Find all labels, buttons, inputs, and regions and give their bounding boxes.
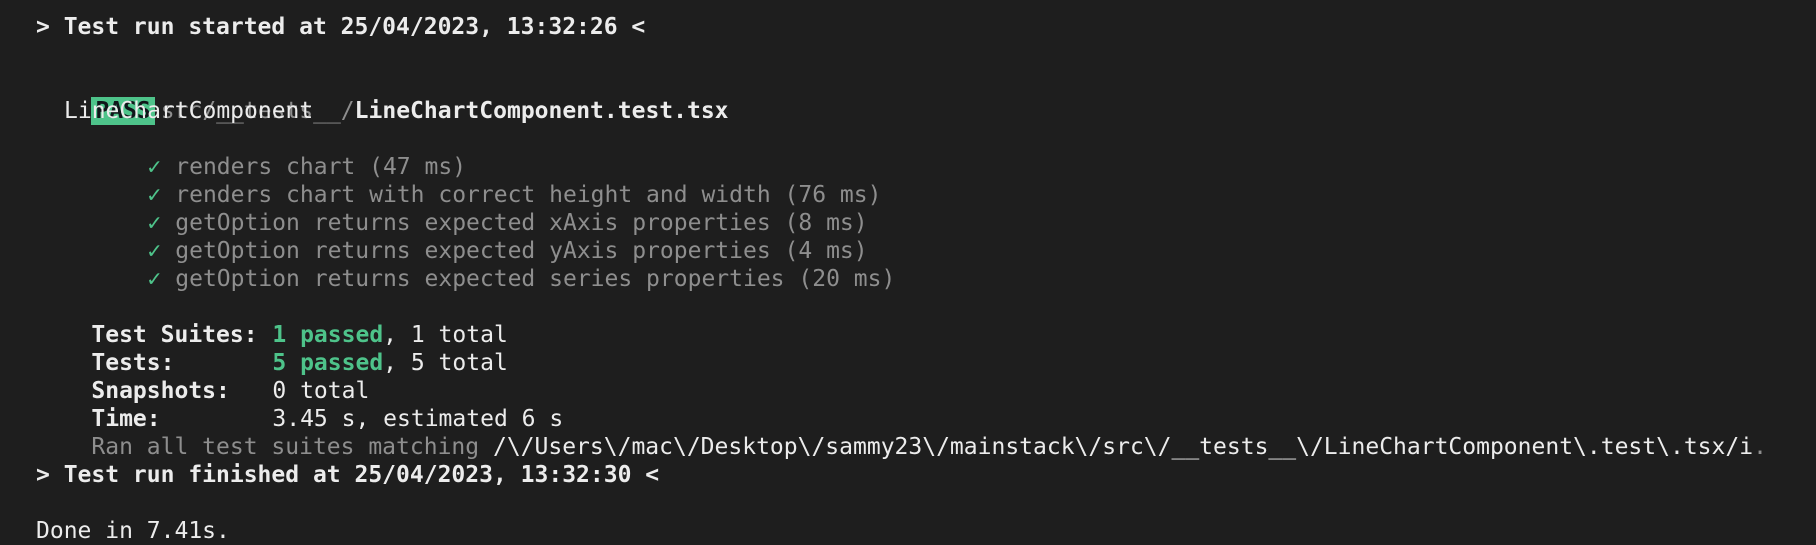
run-started-line: > Test run started at 25/04/2023, 13:32:… (36, 14, 646, 40)
check-icon: ✓ (147, 266, 162, 292)
summary-tests-total: , 5 total (383, 350, 508, 376)
done-line: Done in 7.41s. (36, 518, 230, 544)
summary-time-line: Time: 3.45 s, estimated 6 s (36, 377, 563, 432)
summary-tests-line: Tests: 5 passed, 5 total (36, 321, 507, 376)
summary-suites-line: Test Suites: 1 passed, 1 total (36, 293, 507, 348)
test-case-row: ✓ getOption returns expected yAxis proper… (36, 209, 867, 264)
ran-all-suites-line: Ran all test suites matching /\/Users\/m… (36, 405, 1767, 460)
test-case-row: ✓ renders chart with correct height and w… (36, 153, 881, 208)
test-file-name: LineChartComponent.test.tsx (354, 98, 729, 124)
test-case-row: ✓ getOption returns expected series prope… (36, 237, 895, 292)
summary-snapshots-line: Snapshots: 0 total (36, 349, 369, 404)
terminal-output: > Test run started at 25/04/2023, 13:32:… (36, 0, 1816, 544)
run-finished-line: > Test run finished at 25/04/2023, 13:32… (36, 462, 660, 488)
test-case-row: ✓ renders chart (47 ms) (36, 125, 466, 180)
test-case-row: ✓ getOption returns expected xAxis proper… (36, 181, 867, 236)
ran-all-suites-suffix: . (1753, 434, 1767, 460)
ran-all-suites-prefix: Ran all test suites matching (91, 434, 493, 460)
suite-result-line: PASS src/__tests__/LineChartComponent.tes… (36, 69, 729, 125)
test-case-label: getOption returns expected series proper… (175, 266, 896, 292)
test-path-pattern: /\/Users\/mac\/Desktop\/sammy23\/mainsta… (492, 434, 1754, 460)
describe-block-name: LineChartComponent (64, 98, 314, 124)
